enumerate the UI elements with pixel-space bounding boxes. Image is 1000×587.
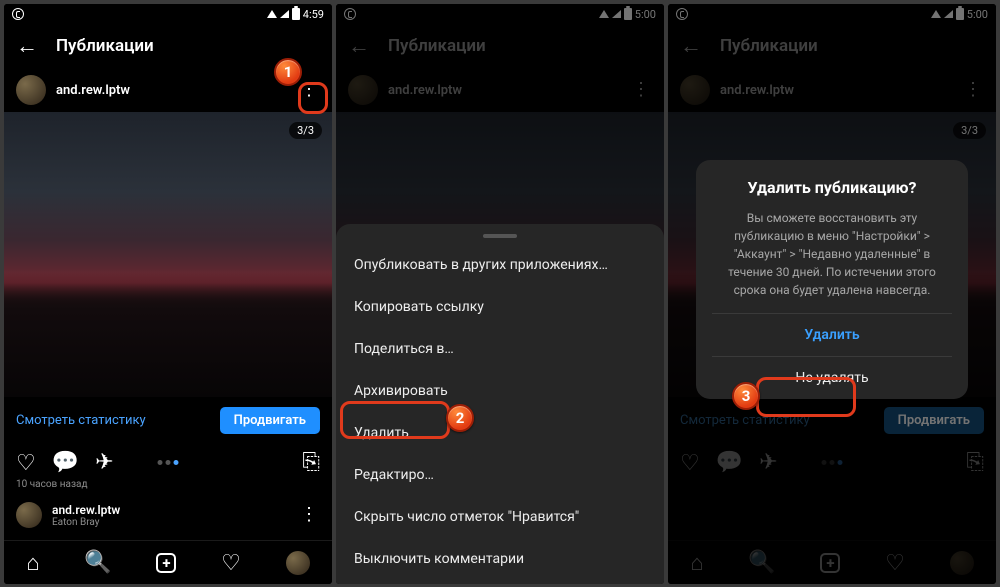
bookmark-icon[interactable]: ⎘ [302,450,320,475]
dialog-title: Удалить публикацию? [712,178,952,199]
phone-screen-3: 5:00 ← Публикации and.rew.lptw ⋮ 3/3 Смо… [668,4,996,584]
nav-activity-icon[interactable]: ♡ [221,551,241,576]
time-ago: 10 часов назад [4,477,332,498]
author-row[interactable]: and.rew.lptw Eaton Bray ⋮ [4,498,332,532]
sheet-item-copy-link[interactable]: Копировать ссылку [336,286,664,328]
carousel-indicator [158,460,179,465]
share-icon[interactable]: ✈ [95,450,113,475]
shazam-icon [12,8,24,20]
author-location: Eaton Bray [52,517,120,528]
sheet-item-disable-comments[interactable]: Выключить комментарии [336,538,664,580]
post-actions: ♡ 💬 ✈ ⎘ [4,444,332,477]
comment-icon[interactable]: 💬 [52,450,79,475]
avatar[interactable] [16,502,42,528]
author-name: and.rew.lptw [52,503,120,517]
dialog-delete-button[interactable]: Удалить [712,313,952,356]
dialog-body: Вы сможете восстановить эту публикацию в… [712,209,952,299]
view-stats-link[interactable]: Смотреть статистику [16,413,146,428]
more-options-button[interactable]: ⋮ [296,79,320,101]
signal-icon [280,10,289,18]
post-image[interactable]: 3/3 [4,112,332,397]
sheet-item-edit[interactable]: Редактиро… [336,454,664,496]
phone-screen-1: 4:59 ← Публикации and.rew.lptw ⋮ 3/3 Смо… [4,4,332,584]
confirm-dialog: Удалить публикацию? Вы сможете восстанов… [696,160,968,399]
back-arrow-icon[interactable]: ← [16,33,38,59]
avatar[interactable] [16,75,46,105]
nav-search-icon[interactable]: 🔍 [84,550,111,575]
page-title: Публикации [56,36,154,56]
sheet-item-hide-likes[interactable]: Скрыть число отметок "Нравится" [336,496,664,538]
stats-row: Смотреть статистику Продвигать [4,397,332,444]
post-username[interactable]: and.rew.lptw [56,83,130,98]
sheet-item-share-apps[interactable]: Опубликовать в других приложениях… [336,244,664,286]
sheet-grab-handle[interactable] [483,234,517,238]
promote-button[interactable]: Продвигать [220,407,320,434]
step-badge-2: 2 [446,404,474,432]
sheet-item-share-to[interactable]: Поделиться в… [336,328,664,370]
status-time: 4:59 [303,8,324,21]
phone-screen-2: 5:00 ← Публикации and.rew.lptw ⋮ Опублик… [336,4,664,584]
nav-profile-avatar[interactable] [286,551,310,575]
bottom-nav: ⌂ 🔍 + ♡ [4,540,332,584]
nav-home-icon[interactable]: ⌂ [26,550,39,576]
nav-add-icon[interactable]: + [156,553,176,573]
battery-icon [292,8,300,20]
carousel-counter: 3/3 [289,122,322,139]
wifi-icon [267,10,277,18]
status-bar: 4:59 [4,4,332,24]
like-icon[interactable]: ♡ [16,451,36,476]
step-badge-1: 1 [274,58,302,86]
more-options-button[interactable]: ⋮ [296,504,320,526]
action-sheet: Опубликовать в других приложениях… Копир… [336,224,664,584]
sheet-item-archive[interactable]: Архивировать [336,370,664,412]
step-badge-3: 3 [732,382,760,410]
sheet-item-delete[interactable]: Удалить [336,412,664,454]
